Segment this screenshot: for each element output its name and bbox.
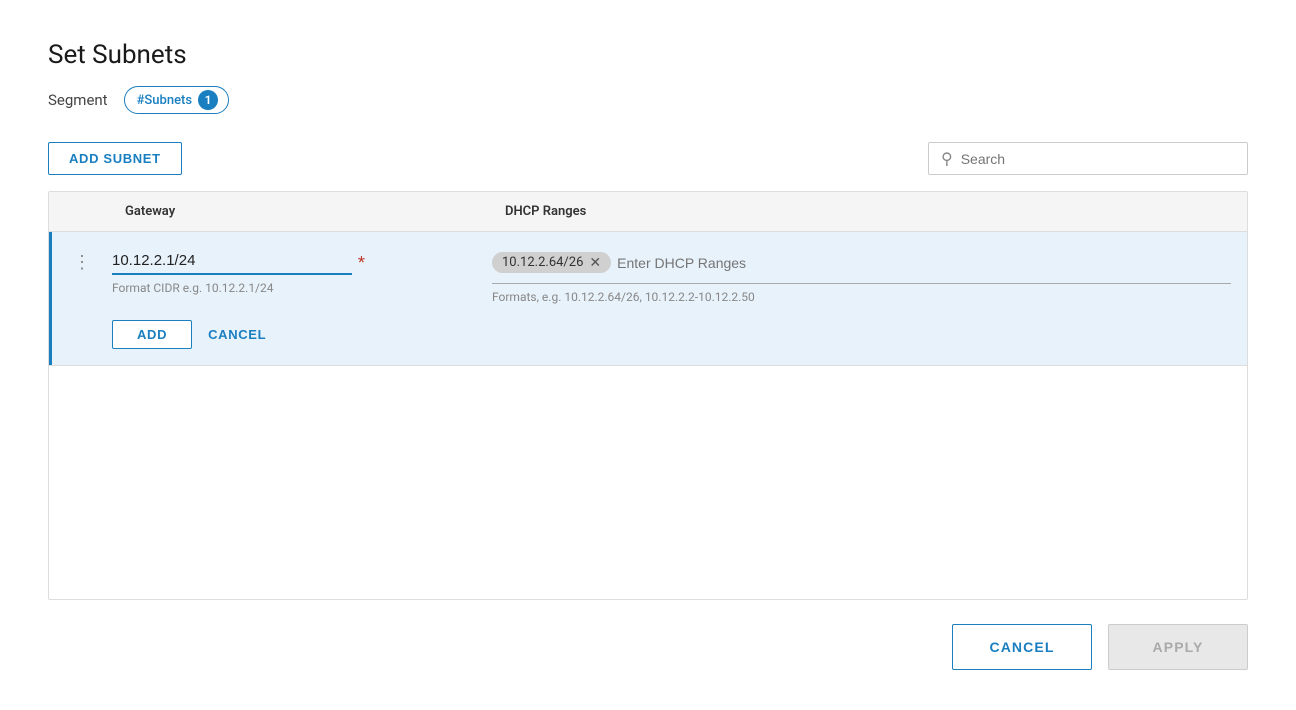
add-subnet-button[interactable]: ADD SUBNET — [48, 142, 182, 175]
gateway-hint: Format CIDR e.g. 10.12.2.1/24 — [112, 281, 476, 295]
table-header: Gateway DHCP Ranges — [49, 192, 1247, 232]
row-action-buttons: ADD CANCEL — [112, 320, 492, 349]
page-title: Set Subnets — [48, 40, 1248, 70]
dhcp-cell: 10.12.2.64/26 ✕ Formats, e.g. 10.12.2.64… — [492, 248, 1247, 304]
row-cancel-button[interactable]: CANCEL — [208, 327, 266, 342]
toolbar: ADD SUBNET ⚲ — [48, 142, 1248, 175]
search-box: ⚲ — [928, 142, 1248, 175]
subnets-table: Gateway DHCP Ranges ⋮ * Format CIDR e.g.… — [48, 191, 1248, 600]
col-gateway: Gateway — [109, 192, 489, 231]
table-row-content: ⋮ * Format CIDR e.g. 10.12.2.1/24 10.12.… — [52, 232, 1247, 320]
subnet-row: ⋮ * Format CIDR e.g. 10.12.2.1/24 10.12.… — [49, 232, 1247, 365]
col-handle — [49, 192, 109, 231]
row-drag-handle[interactable]: ⋮ — [52, 248, 112, 273]
handle-icon: ⋮ — [73, 252, 91, 273]
segment-badge-label: #Subnets — [137, 93, 192, 108]
footer-apply-button: APPLY — [1108, 624, 1248, 670]
dhcp-hint: Formats, e.g. 10.12.2.64/26, 10.12.2.2-1… — [492, 290, 1231, 304]
dhcp-ranges-input[interactable] — [617, 251, 817, 275]
dhcp-tag-value: 10.12.2.64/26 — [502, 255, 583, 270]
gateway-input[interactable] — [112, 248, 352, 275]
row-actions: ADD CANCEL — [52, 320, 1247, 365]
required-indicator: * — [358, 252, 365, 271]
search-input[interactable] — [961, 151, 1235, 167]
segment-badge-count: 1 — [198, 90, 218, 110]
search-icon: ⚲ — [941, 149, 953, 168]
page: Set Subnets Segment #Subnets 1 ADD SUBNE… — [0, 0, 1296, 710]
gateway-input-wrapper: * — [112, 248, 476, 275]
col-dhcp: DHCP Ranges — [489, 192, 1247, 231]
dhcp-tag-remove-button[interactable]: ✕ — [589, 256, 601, 270]
segment-badge[interactable]: #Subnets 1 — [124, 86, 229, 114]
segment-label: Segment — [48, 91, 108, 109]
footer-cancel-button[interactable]: CANCEL — [952, 624, 1092, 670]
footer: CANCEL APPLY — [48, 624, 1248, 670]
dhcp-tags-area: 10.12.2.64/26 ✕ — [492, 248, 1231, 284]
dhcp-tag: 10.12.2.64/26 ✕ — [492, 252, 611, 273]
row-add-button[interactable]: ADD — [112, 320, 192, 349]
segment-row: Segment #Subnets 1 — [48, 86, 1248, 114]
empty-row — [49, 365, 1247, 397]
gateway-cell: * Format CIDR e.g. 10.12.2.1/24 — [112, 248, 492, 295]
